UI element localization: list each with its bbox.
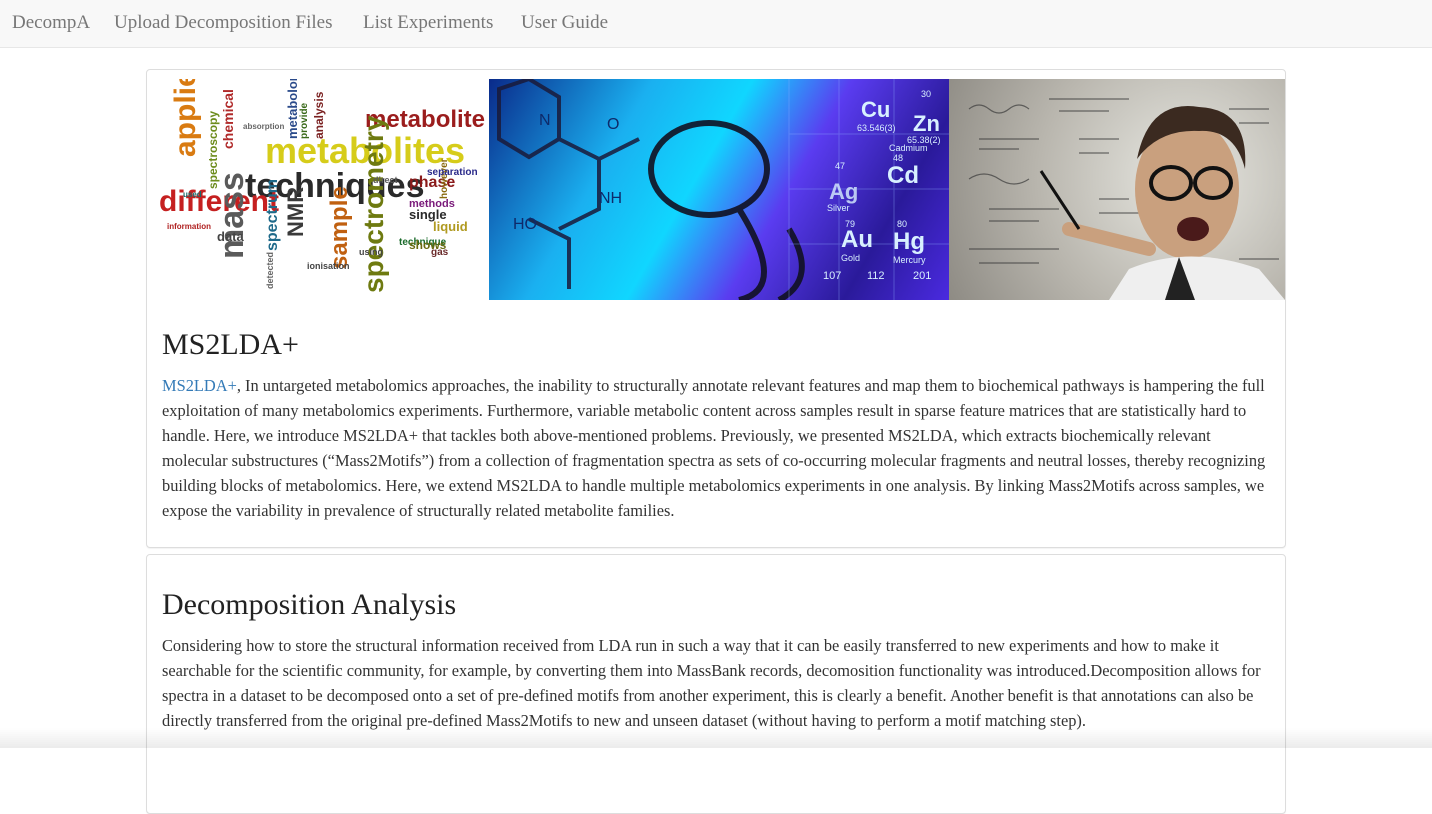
wc-word: gas bbox=[431, 247, 449, 258]
chem-label: 201 bbox=[913, 270, 931, 282]
wc-word: analysis bbox=[312, 91, 326, 139]
chem-label: O bbox=[607, 116, 619, 133]
scientist-equations-image bbox=[949, 79, 1285, 300]
chem-label: Zn bbox=[913, 111, 940, 136]
wc-word: chemical bbox=[220, 89, 236, 149]
chem-label: HO bbox=[513, 216, 537, 233]
decomposition-panel: Decomposition Analysis Considering how t… bbox=[146, 554, 1286, 814]
top-navbar: DecompA Upload Decomposition Files List … bbox=[0, 0, 1432, 48]
chem-label: NH bbox=[599, 190, 622, 207]
nav-brand[interactable]: DecompA bbox=[12, 12, 90, 34]
chem-label: 63.546(3) bbox=[857, 123, 896, 133]
wc-word: liquid bbox=[433, 219, 468, 234]
wc-word: applied bbox=[169, 79, 202, 157]
chem-label: Cd bbox=[887, 162, 919, 189]
chem-label: 48 bbox=[893, 153, 903, 163]
chem-label: Cu bbox=[861, 97, 890, 122]
nav-user-guide[interactable]: User Guide bbox=[521, 12, 608, 34]
wc-word: separation bbox=[427, 167, 478, 178]
wc-word: spectrometry bbox=[358, 115, 389, 293]
wc-word: sample bbox=[326, 186, 353, 269]
chem-label: Gold bbox=[841, 253, 860, 263]
metabolomics-word-cloud-image: applied metabolite metabolites technique… bbox=[147, 79, 489, 300]
chem-label: Hg bbox=[893, 228, 925, 255]
chem-label: 30 bbox=[921, 89, 931, 99]
wc-word: spectrum bbox=[264, 179, 281, 251]
section-text-ms2lda: MS2LDA+, In untargeted metabolomics appr… bbox=[162, 373, 1272, 523]
nav-upload-decomposition-files[interactable]: Upload Decomposition Files bbox=[114, 12, 332, 34]
chem-label: 107 bbox=[823, 270, 841, 282]
wc-word: direct bbox=[373, 175, 398, 185]
ms2lda-link[interactable]: MS2LDA+ bbox=[162, 376, 237, 395]
intro-panel: applied metabolite metabolites technique… bbox=[146, 69, 1286, 548]
section-text-decomposition: Considering how to store the structural … bbox=[162, 636, 1261, 730]
chem-label: N bbox=[539, 112, 551, 129]
section-title-decomposition: Decomposition Analysis bbox=[162, 588, 457, 621]
chem-label: 47 bbox=[835, 161, 845, 171]
wc-word: ionisation bbox=[307, 261, 350, 271]
chem-label: Mercury bbox=[893, 255, 926, 265]
ms2lda-description: , In untargeted metabolomics approaches,… bbox=[162, 376, 1266, 520]
wc-word: data bbox=[217, 229, 245, 244]
wc-word: NMR bbox=[283, 187, 308, 237]
wc-word: spectroscopy bbox=[206, 111, 220, 189]
wc-word: metabolomics bbox=[285, 79, 300, 139]
chemistry-periodic-table-image: Cu Zn Cd Ag Au Hg NH HO O N Cadmium Silv… bbox=[489, 79, 949, 300]
chem-label: Au bbox=[841, 226, 873, 253]
chem-label: Ag bbox=[829, 179, 858, 204]
nav-list-experiments[interactable]: List Experiments bbox=[363, 12, 493, 34]
header-banner: applied metabolite metabolites technique… bbox=[147, 79, 1285, 300]
chem-label: 80 bbox=[897, 219, 907, 229]
wc-word: used bbox=[183, 190, 202, 199]
chem-label: 65.38(2) bbox=[907, 135, 941, 145]
wc-word: however bbox=[439, 158, 450, 199]
wc-word: provide bbox=[299, 102, 310, 139]
chem-label: Silver bbox=[827, 203, 850, 213]
wc-word: information bbox=[167, 222, 211, 231]
chem-label: 79 bbox=[845, 219, 855, 229]
chem-label: 112 bbox=[867, 270, 885, 282]
wc-word: detected bbox=[265, 252, 275, 289]
wc-word: absorption bbox=[243, 122, 284, 131]
section-title-ms2lda: MS2LDA+ bbox=[162, 328, 299, 361]
wc-word: using bbox=[359, 247, 383, 257]
